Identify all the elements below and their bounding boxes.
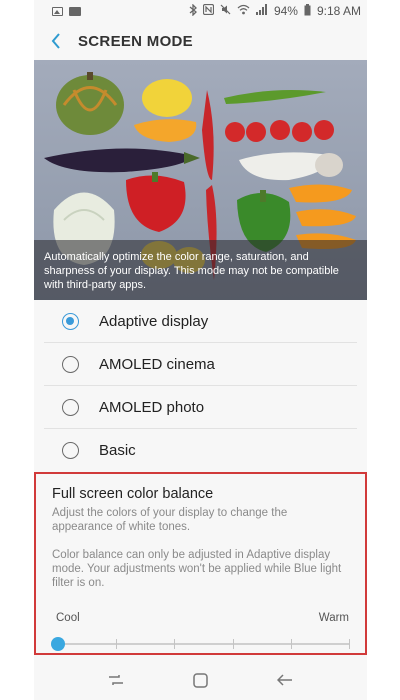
app-header: SCREEN MODE [34, 22, 367, 60]
nav-back-button[interactable] [265, 660, 305, 700]
status-notifications [52, 6, 81, 16]
mute-icon [220, 4, 231, 18]
recent-apps-icon [109, 675, 124, 685]
status-time: 9:18 AM [316, 4, 361, 18]
slider-tick [116, 639, 118, 649]
slider-label-warm: Warm [318, 612, 349, 624]
slider-labels: Cool Warm [56, 612, 349, 624]
wifi-icon [237, 4, 250, 18]
home-button[interactable] [180, 660, 220, 700]
home-icon [193, 672, 208, 688]
navigation-bar [34, 660, 367, 700]
option-amoled-cinema[interactable]: AMOLED cinema [44, 343, 357, 386]
status-indicators: 94% 9:18 AM [189, 2, 361, 19]
radio-checked-icon[interactable] [62, 312, 79, 330]
chevron-left-icon [51, 33, 60, 49]
gallery-notification-icon [52, 6, 63, 16]
option-adaptive-display[interactable]: Adaptive display [44, 300, 357, 343]
recent-apps-button[interactable] [96, 660, 136, 700]
color-balance-slider[interactable] [51, 637, 350, 651]
option-label: AMOLED photo [99, 398, 205, 416]
slider-label-cool: Cool [56, 612, 80, 624]
back-arrow-icon [276, 674, 292, 686]
page-title: SCREEN MODE [78, 32, 193, 50]
status-bar: 94% 9:18 AM [34, 0, 367, 22]
battery-icon [304, 3, 311, 19]
option-basic[interactable]: Basic [44, 429, 357, 472]
bluetooth-icon [189, 2, 197, 19]
nfc-icon [202, 3, 215, 18]
slider-track[interactable] [58, 643, 349, 645]
preview-image: Automatically optimize the color range, … [34, 60, 367, 300]
option-label: AMOLED cinema [99, 355, 215, 373]
color-balance-note: Color balance can only be adjusted in Ad… [52, 549, 342, 589]
color-balance-description: Adjust the colors of your display to cha… [52, 507, 288, 533]
slider-thumb[interactable] [51, 637, 65, 651]
slider-tick [349, 639, 350, 649]
mode-description: Automatically optimize the color range, … [34, 240, 367, 300]
slider-tick [232, 639, 234, 649]
slider-tick [174, 639, 176, 649]
battery-percent: 94% [273, 4, 298, 18]
email-notification-icon [69, 6, 81, 16]
color-balance-title: Full screen color balance [52, 486, 214, 502]
radio-unchecked-icon[interactable] [62, 442, 79, 459]
option-label: Basic [99, 442, 136, 459]
radio-unchecked-icon[interactable] [62, 355, 79, 373]
slider-tick [290, 639, 292, 649]
option-amoled-photo[interactable]: AMOLED photo [44, 386, 357, 429]
color-balance-panel: Full screen color balance Adjust the col… [34, 472, 367, 655]
option-label: Adaptive display [99, 312, 209, 330]
phone-screen: 94% 9:18 AM SCREEN MODE Automatically op… [34, 0, 367, 700]
radio-unchecked-icon[interactable] [62, 398, 79, 416]
signal-icon [255, 4, 268, 18]
screen-mode-options: Adaptive display AMOLED cinema AMOLED ph… [34, 300, 367, 472]
back-button[interactable] [34, 22, 78, 60]
